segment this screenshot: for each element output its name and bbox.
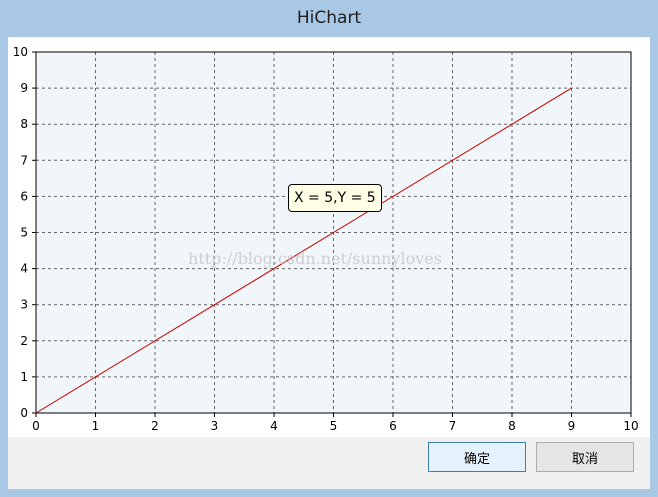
ok-button[interactable]: 确定: [428, 442, 526, 472]
x-tick-label: 2: [151, 419, 159, 433]
y-tick-label: 3: [20, 298, 28, 312]
line-chart: 0 1 2 3 4 5 6 7 8 9 10 0 1 2 3 4 5 6 7 8 9 10: [13, 45, 639, 433]
x-tick-label: 7: [449, 419, 457, 433]
x-tick-label: 4: [270, 419, 278, 433]
y-tick-label: 5: [20, 226, 28, 240]
y-tick-label: 9: [20, 81, 28, 95]
cancel-button[interactable]: 取消: [536, 442, 634, 472]
hichart-window: HiChart 0 1 2 3 4 5 6 7 8 9 10 0 1 2 3 4 5 6 7 8 9 10 http://…: [0, 0, 658, 497]
x-tick-label: 5: [330, 419, 338, 433]
point-tooltip: X = 5,Y = 5: [288, 184, 382, 212]
window-title: HiChart: [296, 8, 362, 28]
x-tick-label: 8: [508, 419, 516, 433]
y-tick-label: 1: [20, 370, 28, 384]
watermark-text: http://blog.csdn.net/sunnyloves: [188, 249, 442, 268]
y-tick-label: 6: [20, 189, 28, 203]
y-tick-label: 10: [13, 45, 28, 59]
y-tick-label: 4: [20, 262, 28, 276]
x-tick-label: 0: [32, 419, 40, 433]
y-tick-label: 2: [20, 334, 28, 348]
y-tick-label: 7: [20, 153, 28, 167]
x-tick-label: 10: [623, 419, 638, 433]
client-area: 0 1 2 3 4 5 6 7 8 9 10 0 1 2 3 4 5 6 7 8 9 10 http://blog.csd…: [8, 37, 650, 489]
x-tick-label: 6: [389, 419, 397, 433]
y-tick-label: 0: [20, 406, 28, 420]
chart-panel: 0 1 2 3 4 5 6 7 8 9 10 0 1 2 3 4 5 6 7 8 9 10 http://blog.csd…: [8, 37, 650, 437]
x-tick-label: 3: [211, 419, 219, 433]
x-tick-label: 9: [568, 419, 576, 433]
title-bar[interactable]: HiChart: [0, 0, 658, 37]
x-tick-label: 1: [92, 419, 100, 433]
y-tick-label: 8: [20, 117, 28, 131]
